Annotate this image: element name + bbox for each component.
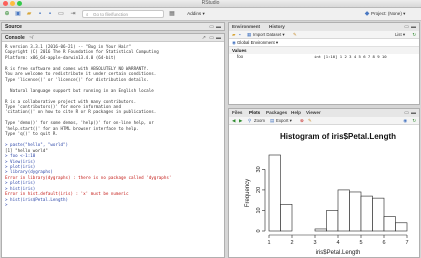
console-label: Console	[5, 35, 25, 41]
remove-plot-icon[interactable]: ⊗	[300, 118, 304, 123]
next-plot-icon[interactable]: ▶	[239, 118, 242, 123]
globe-icon: ◉	[232, 40, 236, 45]
zoom-button[interactable]: Zoom	[254, 118, 265, 123]
histogram-bar	[360, 195, 373, 232]
zoom-icon: ⚲	[248, 118, 252, 123]
plots-toolbar: ◀ ▶ ⚲ Zoom ▤ Export ▾ ⊗ ✎ ◉ ↻	[229, 117, 419, 125]
maximize-pane-icon[interactable]: ▬	[411, 110, 416, 116]
x-tick-label: 7	[405, 240, 408, 246]
tab-viewer[interactable]: Viewer	[306, 109, 321, 117]
export-button[interactable]: Export ▾	[276, 118, 292, 123]
source-header[interactable]: Source	[2, 23, 224, 30]
histogram-bar	[280, 203, 293, 232]
clear-plots-icon[interactable]: ✎	[308, 118, 312, 123]
x-tick-label: 5	[359, 240, 362, 246]
refresh-icon[interactable]: ↻	[412, 118, 416, 123]
new-project-icon[interactable]: ▣	[14, 10, 22, 18]
tab-help[interactable]: Help	[291, 109, 301, 117]
histogram-bar	[314, 228, 327, 232]
histogram-bar	[372, 197, 385, 232]
x-tick-label: 1	[267, 240, 270, 246]
export-icon: ▤	[270, 118, 275, 123]
console-output[interactable]: R version 3.3.1 (2016-06-21) -- "Bug in …	[5, 44, 222, 257]
y-tick-label: 0	[256, 229, 262, 232]
x-axis-label: iris$Petal.Length	[316, 250, 361, 256]
title-bar: RStudio	[0, 0, 421, 8]
environment-pane: Environment History ▭ ▬ ▰ ▪ ▦ Import Dat…	[228, 22, 420, 105]
tab-environment[interactable]: Environment	[232, 23, 260, 31]
minimize-pane-icon[interactable]: ▭	[404, 110, 409, 116]
console-command-line: >	[5, 202, 8, 208]
histogram-bar	[349, 191, 362, 232]
grid-icon[interactable]: ▦	[168, 10, 176, 18]
y-tick-label: 20	[256, 187, 262, 193]
console-header: Console ~/	[2, 34, 224, 42]
values-section-header: Values	[229, 47, 419, 54]
refresh-icon[interactable]: ↻	[412, 32, 416, 37]
plots-pane: Files Plots Packages Help Viewer ▭ ▬ ◀ ▶…	[228, 108, 420, 258]
value-name: foo	[237, 54, 243, 59]
clear-console-icon[interactable]: ↗	[202, 35, 206, 41]
project-icon: ◆	[364, 11, 370, 17]
tab-files[interactable]: Files	[232, 109, 242, 117]
project-menu-button[interactable]: Project: (None) ▾	[371, 10, 419, 18]
environment-toolbar: ▰ ▪ ▦ Import Dataset ▾ ✎ List ▾ ↻	[229, 31, 419, 39]
maximize-pane-icon[interactable]: ▬	[216, 35, 221, 41]
clear-workspace-icon[interactable]: ✎	[293, 32, 297, 37]
previous-plot-icon[interactable]: ◀	[232, 118, 235, 123]
goto-file-function-input[interactable]: ⌕ Go to file/function	[82, 10, 164, 18]
tab-history[interactable]: History	[269, 23, 285, 31]
source-label: Source	[5, 24, 22, 30]
histogram-bar	[268, 154, 281, 232]
scope-label: Global Environment ▾	[236, 40, 279, 45]
search-icon: ⌕	[86, 12, 89, 17]
value-row[interactable]: foo int [1:10] 1 2 3 4 5 6 7 8 9 10	[229, 54, 419, 60]
save-workspace-icon[interactable]: ▪	[239, 32, 241, 37]
chart-title: Histogram of iris$Petal.Length	[280, 132, 396, 141]
environment-scope[interactable]: ◉ Global Environment ▾	[229, 39, 419, 47]
list-view-button[interactable]: List ▾	[395, 32, 405, 37]
minimize-pane-icon[interactable]: ▭	[404, 24, 409, 30]
y-axis-label: Frequency	[245, 179, 251, 207]
load-workspace-icon[interactable]: ▰	[232, 32, 235, 37]
maximize-pane-icon[interactable]: ▬	[411, 24, 416, 30]
x-tick-label: 4	[336, 240, 339, 246]
maximize-pane-icon[interactable]: ▬	[216, 24, 221, 30]
tab-packages[interactable]: Packages	[266, 109, 287, 117]
publish-icon[interactable]: ◉	[403, 118, 407, 123]
x-tick-label: 6	[382, 240, 385, 246]
histogram-bar	[395, 222, 408, 232]
import-dataset-button[interactable]: Import Dataset ▾	[253, 32, 285, 37]
minimize-pane-icon[interactable]: ▭	[209, 35, 214, 41]
go-to-icon[interactable]: ⇥	[69, 10, 77, 18]
console-path: ~/	[29, 35, 34, 41]
save-icon[interactable]: ▪	[36, 10, 44, 18]
addins-button[interactable]: Addins ▾	[182, 10, 210, 18]
source-pane: Source ▭ ▬	[1, 22, 225, 31]
y-tick-label: 10	[256, 207, 262, 213]
goto-placeholder: Go to file/function	[93, 12, 129, 17]
histogram-bar	[337, 189, 350, 232]
value-content: int [1:10] 1 2 3 4 5 6 7 8 9 10	[314, 54, 387, 59]
y-tick-label: 30	[256, 166, 262, 172]
main-toolbar: ⊕ ▣ ▰ ▪ ▪ ▭ ⇥ ⌕ Go to file/function ▦ Ad…	[0, 8, 421, 21]
histogram-bar	[326, 210, 339, 232]
new-file-icon[interactable]: ⊕	[3, 10, 11, 18]
histogram-bar	[383, 216, 396, 232]
import-dataset-icon: ▦	[247, 32, 252, 37]
save-all-icon[interactable]: ▪	[46, 10, 54, 18]
print-icon[interactable]: ▭	[57, 10, 65, 18]
tab-plots[interactable]: Plots	[249, 109, 260, 117]
app-title: RStudio	[201, 0, 220, 6]
open-file-icon[interactable]: ▰	[25, 10, 33, 18]
expand-pane-icon[interactable]: ▭	[209, 24, 214, 30]
x-tick-label: 2	[290, 240, 293, 246]
x-tick-label: 3	[313, 240, 316, 246]
histogram-chart: Histogram of iris$Petal.Length 1 2 3 4 5 6 7 0 10…	[245, 132, 409, 256]
console-pane: Console ~/ ↗ ▭ ▬ R version 3.3.1 (2016-0…	[1, 33, 225, 258]
